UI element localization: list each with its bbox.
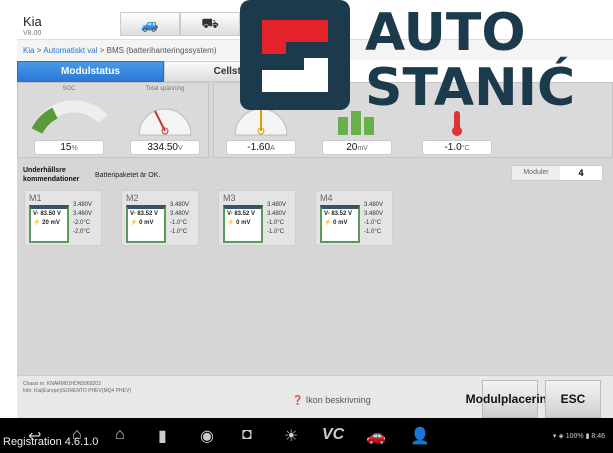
svg-text:STANIĆ: STANIĆ [365,56,575,110]
recent-apps-icon[interactable]: ▮ [158,426,167,446]
autel-home-icon[interactable]: ⌂ [115,426,125,444]
battery-icon: V- 83.52 V ⚡ 0 mV [223,205,263,243]
breadcrumb-current: BMS (batterihanteringssystem) [106,46,217,55]
svg-text:AUTO: AUTO [365,3,526,63]
module-card-m2[interactable]: M2 V- 83.52 V ⚡ 0 mV 3.480V 3.480V -1.0°C -1… [121,190,199,246]
registration-watermark: Registration 4.6.1.0 [3,436,99,448]
vehicle-diagnostics-button[interactable]: 🚙 [120,12,180,36]
vci-icon[interactable]: VC [322,426,344,444]
gauge-total-voltage: Total spänning 334.50V [125,86,205,155]
car-icon[interactable]: 🚗 [366,426,386,446]
module-placement-button[interactable]: Modulplacering [466,380,554,418]
tab-modulstatus[interactable]: Modulstatus [17,61,164,82]
vehicle-lift-button[interactable]: ⛟ [180,12,240,36]
battery-icon: V- 83.50 V ⚡ 20 mV [29,205,69,243]
gauge-soc: SOC 15% [29,86,109,155]
recommendations-heading: Underhållsre kommendationer [23,167,80,183]
vehicle-info: Info: Kia(Europe)/SORENTO PHEV(MQ4 PHEV) [23,388,131,394]
main-panel: SOC 15% Total spänning 334.50V -1.60A 20… [17,82,613,375]
header-version: V8.00 [23,30,42,37]
breadcrumb-kia[interactable]: Kia [23,46,35,55]
module-card-m3[interactable]: M3 V- 83.52 V ⚡ 0 mV 3.480V 3.480V -1.0°C -1… [218,190,296,246]
browser-icon[interactable]: ◉ [200,426,214,446]
footer: Chassi nr: KNARM81HDN5068203 Info: Kia(Eu… [17,375,613,418]
voltmeter-icon [125,95,205,137]
battery-icon: V- 83.52 V ⚡ 0 mV [320,205,360,243]
car-cloud-icon: 🚙 [141,15,159,32]
header-title: Kia [23,14,42,29]
battery-icon: V- 83.52 V ⚡ 0 mV [126,205,166,243]
help-icon: ❓ [292,395,304,405]
esc-button[interactable]: ESC [545,380,601,418]
auto-stanic-logo: AUTO STANIĆ [240,0,575,110]
camera-icon[interactable]: ◘ [242,426,252,444]
display-icon[interactable]: ☀ [284,426,298,446]
module-card-m4[interactable]: M4 V- 83.52 V ⚡ 0 mV 3.480V 3.480V -1.0°C -1… [315,190,393,246]
recommendations-row: Underhållsre kommendationer Batteripaket… [17,163,613,185]
car-lift-icon: ⛟ [201,14,219,31]
remote-support-icon[interactable]: 👤 [410,426,430,446]
module-card-m1[interactable]: M1 V- 83.50 V ⚡ 20 mV 3.480V 3.460V -2.0°C -… [24,190,102,246]
breadcrumb-auto[interactable]: Automatiskt val [43,46,97,55]
status-bar: ▾ ◈ 100% ▮ 8:46 [552,433,605,440]
recommendations-message: Batteripaketet är OK. [95,172,161,179]
icon-description-link[interactable]: ❓ Ikon beskrivning [292,395,371,406]
chassis-number: Chassi nr: KNARM81HDN5068203 [23,381,101,387]
soc-arc-icon [29,95,109,137]
module-count: Moduler 4 [511,165,603,181]
